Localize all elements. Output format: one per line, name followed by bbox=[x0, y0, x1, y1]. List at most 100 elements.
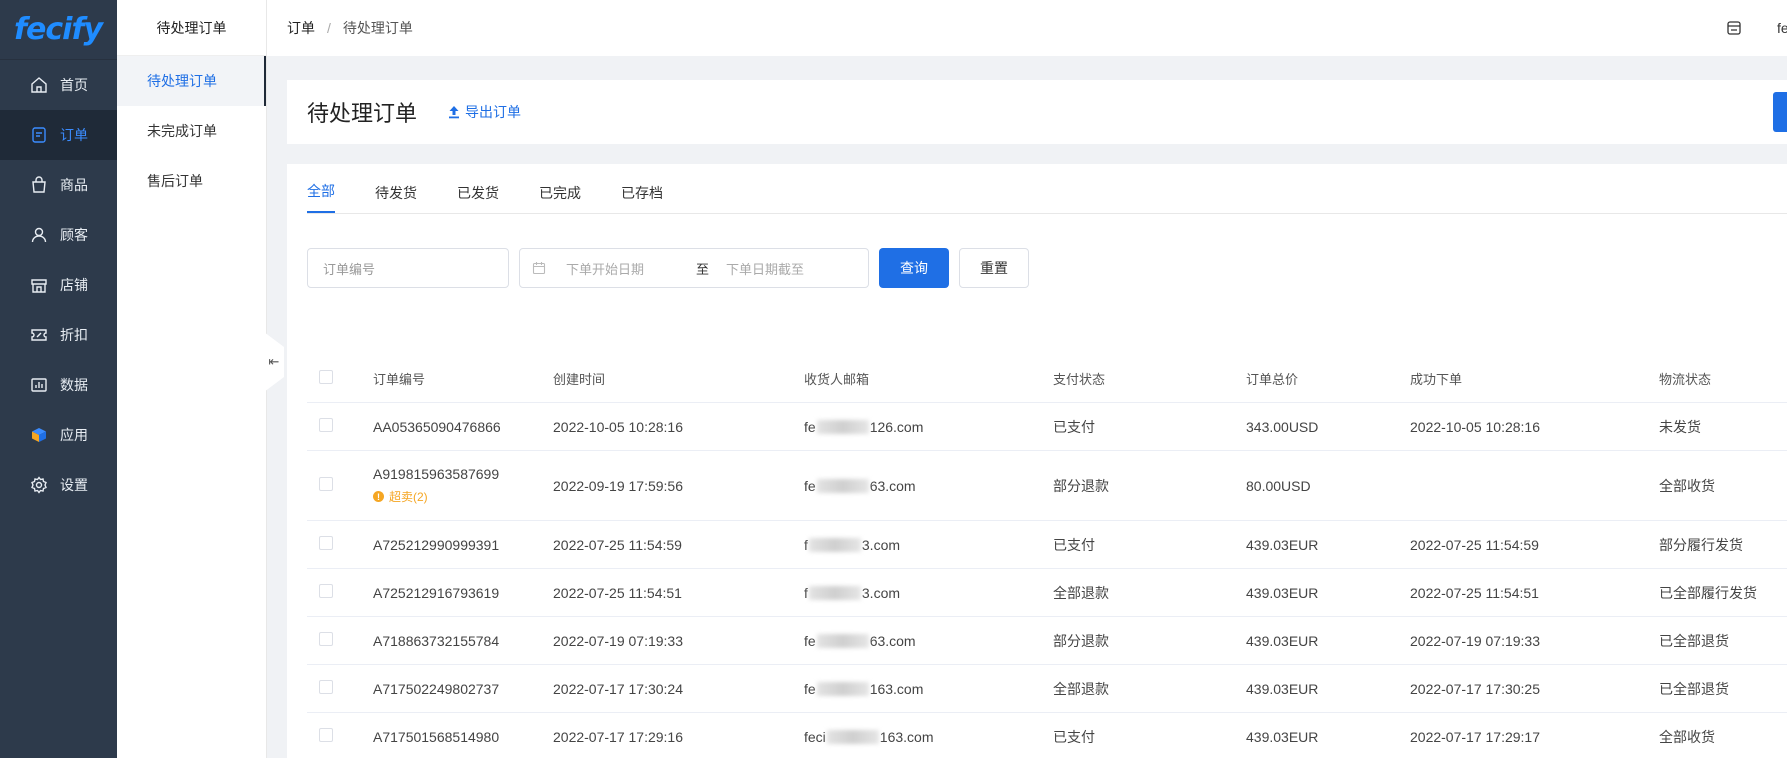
table-row[interactable]: A919815963587699 ! 超卖(2) 2022-09-19 17:59… bbox=[307, 451, 1787, 521]
row-checkbox[interactable] bbox=[319, 536, 333, 550]
sidebar-item-settings[interactable]: 设置 bbox=[0, 460, 117, 510]
order-total: 439.03EUR bbox=[1246, 728, 1319, 745]
breadcrumb-root[interactable]: 订单 bbox=[287, 18, 315, 38]
payment-status: 已支付 bbox=[1053, 728, 1095, 745]
search-button[interactable]: 查询 bbox=[879, 248, 949, 288]
sidebar-item-products[interactable]: 商品 bbox=[0, 160, 117, 210]
payment-status: 已支付 bbox=[1053, 536, 1095, 553]
user-name[interactable]: fe bbox=[1777, 20, 1787, 36]
sidebar-item-label: 店铺 bbox=[60, 277, 88, 293]
upload-icon bbox=[449, 106, 460, 119]
user-icon bbox=[30, 226, 48, 244]
consignee-email: fe 126.com bbox=[804, 418, 924, 435]
table-row[interactable]: AA05365090476866 2022-10-05 10:28:16 fe 1… bbox=[307, 403, 1787, 451]
order-number[interactable]: A718863732155784 bbox=[373, 633, 553, 649]
payment-status: 全部退款 bbox=[1053, 584, 1109, 601]
table-row[interactable]: A717502249802737 2022-07-17 17:30:24 fe 1… bbox=[307, 665, 1787, 713]
row-checkbox[interactable] bbox=[319, 477, 333, 491]
created-time: 2022-07-25 11:54:59 bbox=[553, 536, 682, 553]
date-end-input[interactable]: 下单日期截至 bbox=[726, 259, 856, 278]
column-header: 订单编号 bbox=[373, 372, 426, 387]
order-number[interactable]: A725212916793619 bbox=[373, 585, 553, 601]
date-range-picker[interactable]: 下单开始日期 至 下单日期截至 bbox=[519, 248, 869, 288]
column-header: 收货人邮箱 bbox=[804, 372, 870, 387]
order-total: 439.03EUR bbox=[1246, 584, 1319, 601]
logo[interactable]: fecify bbox=[0, 0, 117, 60]
primary-action-button[interactable] bbox=[1773, 92, 1787, 132]
order-total: 343.00USD bbox=[1246, 418, 1319, 435]
tab-shipped[interactable]: 已发货 bbox=[457, 183, 499, 213]
order-icon bbox=[30, 126, 48, 144]
shipping-status: 未发货 bbox=[1659, 418, 1701, 435]
order-number[interactable]: A717502249802737 bbox=[373, 681, 553, 697]
subnav-title: 待处理订单 bbox=[117, 0, 266, 56]
row-checkbox[interactable] bbox=[319, 418, 333, 432]
success-time: 2022-07-17 17:30:25 bbox=[1410, 680, 1540, 697]
tab-to-ship[interactable]: 待发货 bbox=[375, 183, 417, 213]
row-checkbox[interactable] bbox=[319, 632, 333, 646]
sidebar-item-discount[interactable]: 折扣 bbox=[0, 310, 117, 360]
calendar-icon bbox=[532, 262, 546, 275]
order-total: 439.03EUR bbox=[1246, 536, 1319, 553]
created-time: 2022-07-17 17:29:16 bbox=[553, 728, 683, 745]
shipping-status: 全部收货 bbox=[1659, 728, 1715, 745]
created-time: 2022-09-19 17:59:56 bbox=[553, 477, 683, 494]
tab-all[interactable]: 全部 bbox=[307, 181, 335, 213]
order-number[interactable]: A919815963587699 bbox=[373, 466, 553, 482]
store-front-icon[interactable] bbox=[1726, 20, 1742, 36]
export-orders-link[interactable]: 导出订单 bbox=[447, 102, 521, 122]
table-row[interactable]: A725212990999391 2022-07-25 11:54:59 f 3.… bbox=[307, 521, 1787, 569]
created-time: 2022-07-19 07:19:33 bbox=[553, 632, 683, 649]
payment-status: 全部退款 bbox=[1053, 680, 1109, 697]
reset-button[interactable]: 重置 bbox=[959, 248, 1029, 288]
gear-icon bbox=[30, 476, 48, 494]
shipping-status: 已全部履行发货 bbox=[1659, 584, 1757, 601]
subnav-item-aftersale[interactable]: 售后订单 bbox=[117, 156, 266, 206]
order-total: 439.03EUR bbox=[1246, 680, 1319, 697]
sidebar-item-home[interactable]: 首页 bbox=[0, 60, 117, 110]
main-sidebar: fecify 首页 订单 商品 顾客 店铺 折扣 数据 应用 设置 bbox=[0, 0, 117, 758]
select-all-checkbox[interactable] bbox=[319, 370, 333, 384]
order-number[interactable]: A725212990999391 bbox=[373, 537, 553, 553]
sidebar-item-label: 折扣 bbox=[60, 327, 88, 343]
sidebar-item-data[interactable]: 数据 bbox=[0, 360, 117, 410]
order-number-input[interactable]: 订单编号 bbox=[307, 248, 509, 288]
date-start-input[interactable]: 下单开始日期 bbox=[566, 259, 696, 278]
breadcrumb-separator: / bbox=[327, 20, 331, 36]
row-checkbox[interactable] bbox=[319, 680, 333, 694]
tab-archived[interactable]: 已存档 bbox=[621, 183, 663, 213]
table-row[interactable]: A725212916793619 2022-07-25 11:54:51 f 3.… bbox=[307, 569, 1787, 617]
created-time: 2022-07-25 11:54:51 bbox=[553, 584, 682, 601]
date-separator: 至 bbox=[696, 261, 710, 277]
orders-panel: 全部 待发货 已发货 已完成 已存档 订单编号 下单开始日期 至 下单日期截至 … bbox=[287, 164, 1787, 758]
sub-sidebar: 待处理订单 待处理订单 未完成订单 售后订单 bbox=[117, 0, 267, 758]
page-header: 待处理订单 导出订单 bbox=[287, 80, 1787, 144]
payment-status: 部分退款 bbox=[1053, 477, 1109, 494]
logo-text: fecify bbox=[14, 12, 103, 47]
consignee-email: fe 63.com bbox=[804, 632, 916, 649]
consignee-email: feci 163.com bbox=[804, 728, 934, 745]
breadcrumb: 订单 / 待处理订单 bbox=[287, 18, 413, 38]
collapse-sidebar-button[interactable]: ⇤ bbox=[264, 332, 284, 392]
subnav-item-pending[interactable]: 待处理订单 bbox=[117, 56, 266, 106]
sidebar-item-orders[interactable]: 订单 bbox=[0, 110, 117, 160]
sidebar-item-apps[interactable]: 应用 bbox=[0, 410, 117, 460]
table-row[interactable]: A717501568514980 2022-07-17 17:29:16 fec… bbox=[307, 713, 1787, 758]
created-time: 2022-10-05 10:28:16 bbox=[553, 418, 683, 435]
chart-icon bbox=[30, 376, 48, 394]
sidebar-item-store[interactable]: 店铺 bbox=[0, 260, 117, 310]
consignee-email: f 3.com bbox=[804, 584, 901, 601]
subnav-item-incomplete[interactable]: 未完成订单 bbox=[117, 106, 266, 156]
row-checkbox[interactable] bbox=[319, 728, 333, 742]
order-number[interactable]: A717501568514980 bbox=[373, 729, 553, 745]
sidebar-item-label: 首页 bbox=[60, 77, 88, 93]
order-number[interactable]: AA05365090476866 bbox=[373, 419, 553, 435]
row-checkbox[interactable] bbox=[319, 584, 333, 598]
table-row[interactable]: A718863732155784 2022-07-19 07:19:33 fe 6… bbox=[307, 617, 1787, 665]
store-icon bbox=[30, 276, 48, 294]
order-total: 439.03EUR bbox=[1246, 632, 1319, 649]
tab-completed[interactable]: 已完成 bbox=[539, 183, 581, 213]
sidebar-item-customers[interactable]: 顾客 bbox=[0, 210, 117, 260]
page-title: 待处理订单 bbox=[307, 101, 418, 126]
sidebar-item-label: 订单 bbox=[60, 127, 88, 143]
